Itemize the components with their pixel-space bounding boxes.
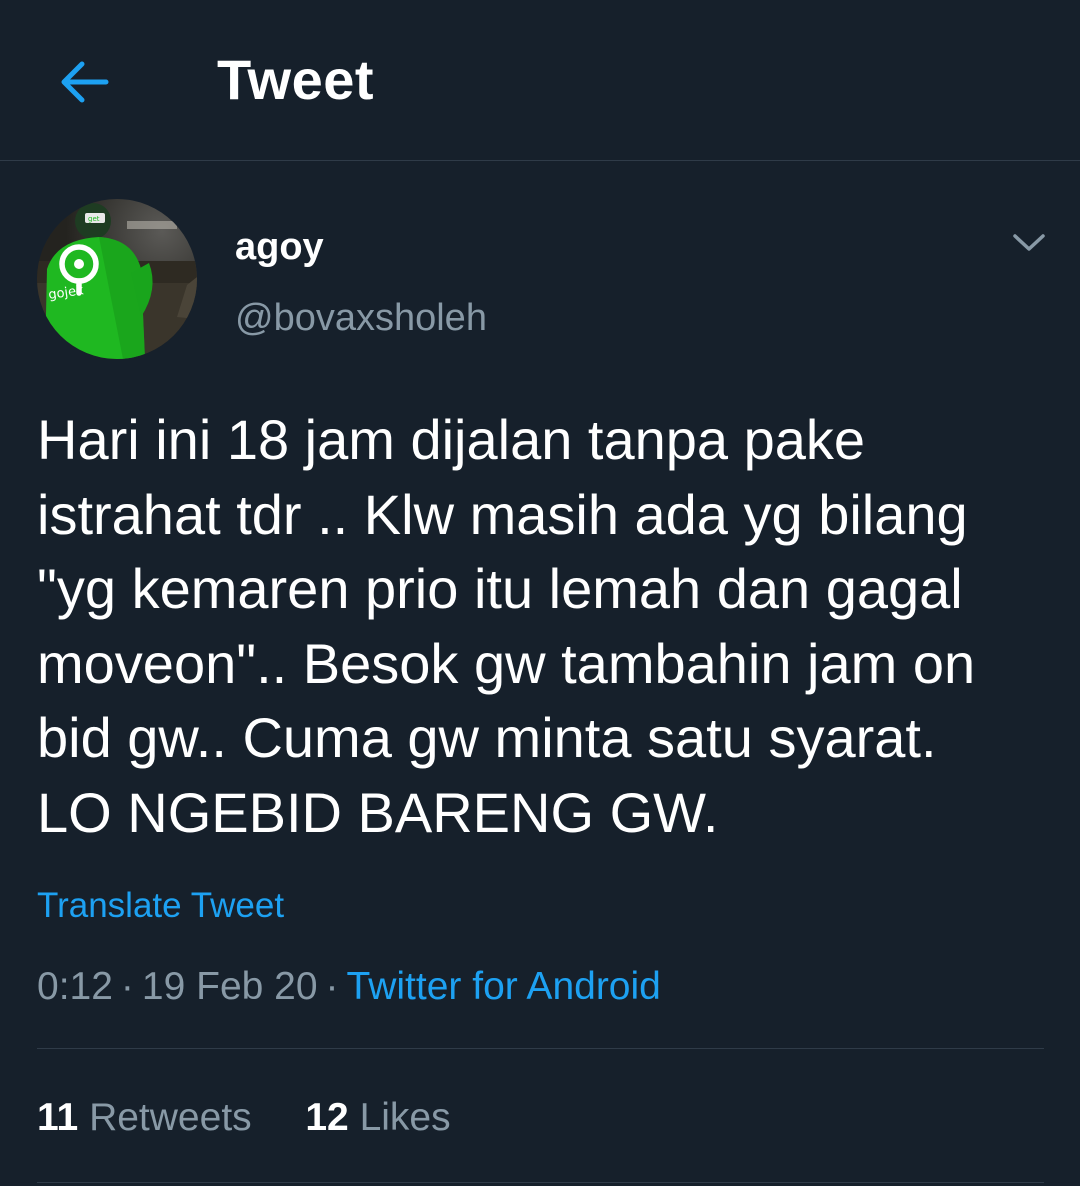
avatar[interactable]: gojek get — [37, 199, 197, 359]
back-button[interactable] — [52, 50, 116, 114]
likes-count: 12 — [305, 1096, 349, 1139]
display-name[interactable]: agoy — [235, 224, 324, 270]
more-options-button[interactable] — [1006, 220, 1052, 266]
translate-tweet-link[interactable]: Translate Tweet — [37, 885, 284, 927]
likes-label: Likes — [359, 1096, 451, 1139]
top-app-bar: Tweet — [0, 0, 1080, 161]
divider — [37, 1182, 1044, 1183]
tweet-metadata: 0:12 · 19 Feb 20 · Twitter for Android — [37, 964, 661, 1010]
arrow-left-icon — [61, 61, 109, 103]
divider — [37, 1048, 1044, 1049]
retweets-stat[interactable]: 11 Retweets — [37, 1096, 263, 1139]
tweet-source-link[interactable]: Twitter for Android — [347, 965, 661, 1008]
engagement-stats: 11 Retweets 12 Likes — [37, 1095, 451, 1141]
retweets-count: 11 — [37, 1096, 79, 1139]
retweets-label: Retweets — [89, 1096, 252, 1139]
chevron-down-icon — [1013, 234, 1045, 251]
page-title: Tweet — [217, 48, 375, 111]
likes-stat[interactable]: 12 Likes — [305, 1096, 450, 1139]
tweet-text: Hari ini 18 jam dijalan tanpa pake istra… — [37, 408, 976, 844]
tweet-date: 19 Feb 20 — [141, 965, 318, 1008]
tweet-time: 0:12 — [37, 965, 113, 1008]
separator: · — [120, 965, 134, 1008]
username-handle[interactable]: @bovaxsholeh — [235, 295, 487, 341]
separator: · — [325, 965, 339, 1008]
svg-text:get: get — [88, 215, 100, 223]
